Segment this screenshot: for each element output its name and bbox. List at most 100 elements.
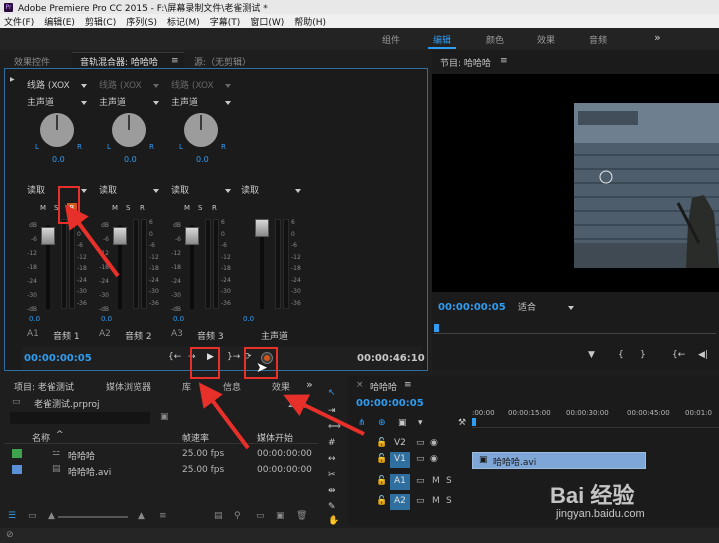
menu-help[interactable]: 帮助(H) <box>294 15 326 28</box>
mute-track-button[interactable]: M <box>432 476 440 486</box>
sort-icons-icon[interactable]: ≡ <box>159 511 167 521</box>
close-tab-icon[interactable]: × <box>356 380 364 390</box>
project-item-row[interactable]: ▤ 哈哈哈.avi 25.00 fps 00:00:00:00 <box>4 462 318 478</box>
channel-input-dropdown[interactable]: 线路 (XOX <box>171 80 233 92</box>
go-to-in-icon[interactable]: {← <box>168 352 181 362</box>
solo-button[interactable]: S <box>198 204 202 212</box>
track-label[interactable]: A2 <box>394 496 406 506</box>
program-playhead[interactable] <box>434 324 439 332</box>
zoom-in-icon[interactable]: ▲ <box>138 511 145 521</box>
workspace-effects[interactable]: 效果 <box>537 33 555 46</box>
channel-output-dropdown[interactable]: 主声道 <box>99 97 161 109</box>
timeline-menu-icon[interactable]: ≡ <box>404 380 412 390</box>
menu-window[interactable]: 窗口(W) <box>250 15 284 28</box>
automation-mode-dropdown[interactable]: 读取 <box>99 185 161 197</box>
add-marker-icon[interactable]: ▣ <box>398 418 407 428</box>
go-to-out-icon[interactable]: }→ <box>227 352 240 362</box>
channel-input-dropdown[interactable]: 线路 (XOX <box>99 80 161 92</box>
timeline-sequence-tab[interactable]: 哈哈哈 <box>370 380 397 393</box>
pan-knob[interactable] <box>184 113 218 147</box>
mute-button[interactable]: M <box>112 204 118 212</box>
mark-out-icon[interactable]: } <box>640 350 646 360</box>
timeline-timecode[interactable]: 00:00:00:05 <box>356 398 424 409</box>
master-volume-fader[interactable] <box>255 219 269 237</box>
ripple-edit-tool-icon[interactable]: ⟺ <box>328 422 341 432</box>
rolling-edit-tool-icon[interactable]: # <box>328 438 336 448</box>
new-bin-icon[interactable]: ▭ <box>256 511 265 521</box>
mixer-current-timecode[interactable]: 00:00:00:05 <box>24 353 92 364</box>
menu-sequence[interactable]: 序列(S) <box>126 15 157 28</box>
linked-selection-icon[interactable]: ⊕ <box>378 418 386 428</box>
new-bin-icon[interactable]: ▣ <box>160 412 169 422</box>
sort-ascending-icon[interactable]: ^ <box>56 430 64 440</box>
menu-edit[interactable]: 编辑(E) <box>44 15 75 28</box>
workspace-assembly[interactable]: 组件 <box>382 33 400 46</box>
zoom-out-icon[interactable]: ▲ <box>48 511 55 521</box>
zoom-slider[interactable] <box>58 516 128 518</box>
track-visibility-icon[interactable]: ◉ <box>430 438 438 448</box>
tab-project[interactable]: 项目: 老雀测试 <box>14 380 74 393</box>
timeline-playhead[interactable] <box>472 418 476 426</box>
volume-fader[interactable] <box>113 227 127 245</box>
workspace-audio[interactable]: 音频 <box>589 33 607 46</box>
project-item-row[interactable]: ⚍ 哈哈哈 25.00 fps 00:00:00:00 <box>4 446 318 462</box>
workspace-color[interactable]: 颜色 <box>486 33 504 46</box>
sync-lock-icon[interactable]: ▭ <box>416 454 425 464</box>
menu-file[interactable]: 文件(F) <box>4 15 34 28</box>
menu-marker[interactable]: 标记(M) <box>167 15 200 28</box>
add-marker-icon[interactable]: ▼ <box>588 350 595 360</box>
timeline-ruler[interactable]: :00:00 00:00:15:00 00:00:30:00 00:00:45:… <box>472 408 719 428</box>
channel-output-dropdown[interactable]: 主声道 <box>171 97 233 109</box>
program-menu-icon[interactable]: ≡ <box>500 56 508 66</box>
volume-fader[interactable] <box>41 227 55 245</box>
more-panels-icon[interactable]: » <box>306 378 313 391</box>
track-label[interactable]: V2 <box>394 438 406 448</box>
video-clip[interactable]: ▣ 哈哈哈.avi <box>472 452 646 469</box>
track-lock-icon[interactable]: 🔓 <box>376 454 387 464</box>
find-icon[interactable]: ⚲ <box>234 511 241 521</box>
tab-source[interactable]: 源:（无剪辑） <box>194 55 251 68</box>
sync-lock-icon[interactable]: ▭ <box>416 438 425 448</box>
track-label[interactable]: V1 <box>394 454 406 464</box>
tab-effect-controls[interactable]: 效果控件 <box>14 55 50 68</box>
volume-fader[interactable] <box>185 227 199 245</box>
hand-tool-icon[interactable]: ✋ <box>328 516 339 526</box>
slip-tool-icon[interactable]: ⇹ <box>328 486 336 496</box>
tab-libraries[interactable]: 库 <box>182 380 191 393</box>
column-frame-rate[interactable]: 帧速率 <box>182 431 209 444</box>
expand-arrow-icon[interactable]: ▶ <box>10 76 15 83</box>
column-media-start[interactable]: 媒体开始 <box>257 431 293 444</box>
pan-knob[interactable] <box>40 113 74 147</box>
mute-button[interactable]: M <box>40 204 46 212</box>
tab-menu-icon[interactable]: ≡ <box>171 56 179 66</box>
channel-input-dropdown[interactable]: 线路 (XOX <box>27 80 89 92</box>
workspace-editing[interactable]: 编辑 <box>433 33 451 46</box>
program-monitor-title[interactable]: 节目: 哈哈哈 <box>440 56 491 69</box>
timeline-settings-icon[interactable]: ⚒ <box>458 418 466 428</box>
track-lock-icon[interactable]: 🔓 <box>376 438 387 448</box>
automate-to-sequence-icon[interactable]: ▤ <box>214 511 223 521</box>
solo-button[interactable]: S <box>126 204 130 212</box>
new-item-icon[interactable]: ▣ <box>276 511 285 521</box>
record-enable-button[interactable]: R <box>140 204 145 212</box>
tab-audio-track-mixer[interactable]: 音轨混合器: 哈哈哈 <box>80 55 158 68</box>
trash-icon[interactable]: 🗑 <box>296 511 307 521</box>
icon-view-icon[interactable]: ▭ <box>28 511 37 521</box>
tab-info[interactable]: 信息 <box>223 380 241 393</box>
track-lock-icon[interactable]: 🔓 <box>376 496 387 506</box>
solo-track-button[interactable]: S <box>446 476 452 486</box>
pen-tool-icon[interactable]: ✎ <box>328 502 336 512</box>
pan-knob[interactable] <box>112 113 146 147</box>
go-to-in-icon[interactable]: {← <box>672 350 685 360</box>
track-select-tool-icon[interactable]: ⇥ <box>328 406 336 416</box>
mute-track-button[interactable]: M <box>432 496 440 506</box>
track-label[interactable]: A1 <box>394 476 406 486</box>
label-color-swatch[interactable] <box>12 449 22 458</box>
list-view-icon[interactable]: ☰ <box>8 511 16 521</box>
channel-output-dropdown[interactable]: 主声道 <box>27 97 89 109</box>
snap-icon[interactable]: ⋔ <box>358 418 366 428</box>
workspace-more-icon[interactable]: » <box>654 31 661 44</box>
mark-in-icon[interactable]: { <box>618 350 624 360</box>
record-enable-button[interactable]: R <box>212 204 217 212</box>
selection-tool-icon[interactable]: ↖ <box>328 388 336 398</box>
